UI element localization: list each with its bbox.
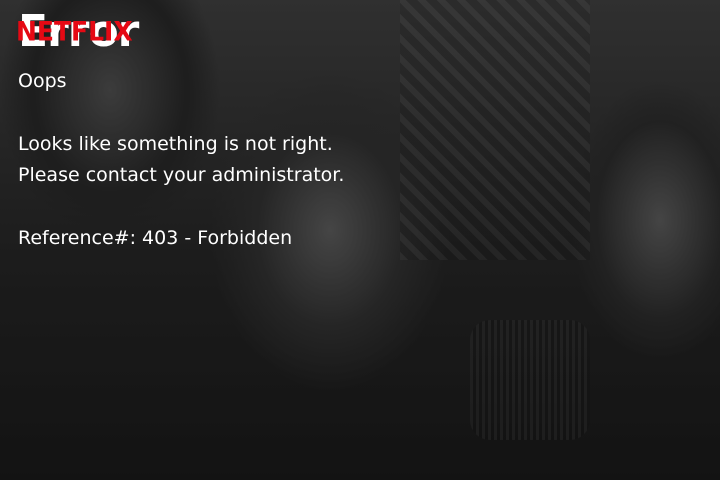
- error-message-line-2: Please contact your administrator.: [18, 164, 345, 186]
- error-reference: Reference#: 403 - Forbidden: [18, 227, 293, 249]
- error-message-line-1: Looks like something is not right.: [18, 133, 333, 155]
- error-subtitle: Oops: [18, 70, 67, 92]
- netflix-logo: NETFLIX: [16, 15, 133, 48]
- error-page: Error NETFLIX Oops Looks like something …: [0, 0, 720, 480]
- error-content: Oops Looks like something is not right. …: [18, 66, 618, 254]
- header: Error NETFLIX: [16, 8, 178, 58]
